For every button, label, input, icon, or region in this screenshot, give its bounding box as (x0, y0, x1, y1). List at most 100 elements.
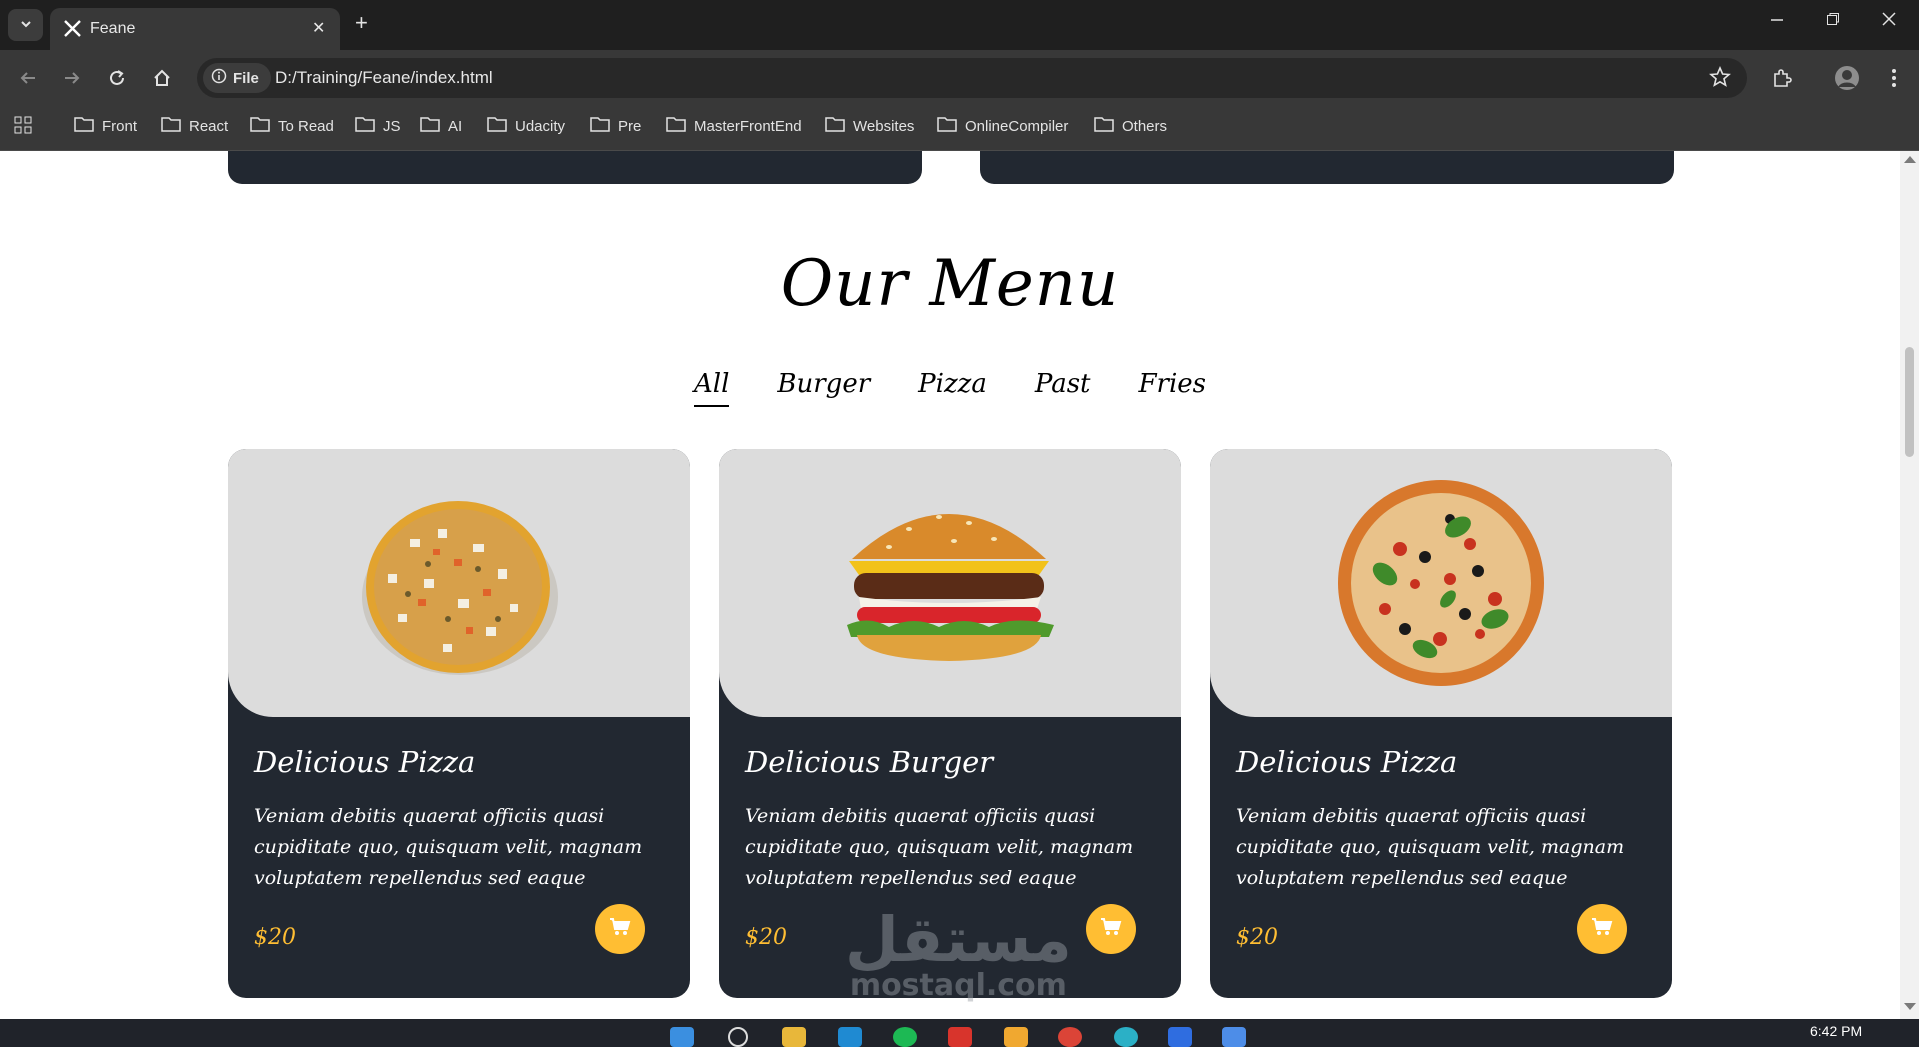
folder-icon (1094, 116, 1114, 136)
cart-icon (1100, 917, 1122, 941)
pizza-image (362, 501, 558, 675)
app-icon[interactable] (948, 1027, 972, 1047)
bookmark-folder[interactable]: Others (1094, 116, 1167, 136)
item-name: Delicious Pizza (1236, 745, 1458, 779)
address-bar[interactable]: File D:/Training/Feane/index.html (197, 58, 1747, 98)
add-to-cart-button[interactable] (1577, 904, 1627, 954)
edge-icon[interactable] (1114, 1027, 1138, 1047)
folder-icon (937, 116, 957, 136)
bookmark-folder[interactable]: Udacity (487, 116, 565, 136)
back-icon[interactable] (14, 64, 42, 92)
scrollbar-thumb[interactable] (1905, 347, 1914, 457)
bookmark-folder[interactable]: React (161, 116, 228, 136)
item-price: $20 (745, 925, 787, 950)
page-scrollbar[interactable] (1900, 151, 1919, 1019)
bookmark-label: Udacity (515, 117, 566, 135)
url-text[interactable]: D:/Training/Feane/index.html (275, 68, 493, 88)
filter-past[interactable]: Past (1035, 369, 1091, 407)
chrome-icon[interactable] (1058, 1027, 1082, 1047)
page-viewport: Our Menu All Burger Pizza Past Fries Del… (0, 151, 1900, 1019)
folder-icon (590, 116, 610, 136)
folder-icon (74, 116, 94, 136)
menu-image-box (719, 449, 1181, 717)
more-menu-icon[interactable] (1880, 64, 1908, 92)
file-explorer-icon[interactable] (782, 1027, 806, 1047)
scroll-down-icon[interactable] (1904, 1003, 1916, 1010)
cart-icon (1591, 917, 1613, 941)
start-icon[interactable] (670, 1027, 694, 1047)
bookmark-star-icon[interactable] (1709, 65, 1731, 92)
home-icon[interactable] (148, 64, 176, 92)
cart-icon (609, 917, 631, 941)
extensions-icon[interactable] (1768, 64, 1796, 92)
item-description: Veniam debitis quaerat officiis quasi cu… (254, 805, 643, 889)
tab-close-icon[interactable]: ✕ (312, 18, 325, 37)
watermark-arabic: مستقل (845, 903, 1072, 976)
vscode-icon[interactable] (838, 1027, 862, 1047)
profile-avatar[interactable] (1833, 64, 1861, 92)
scroll-up-icon[interactable] (1904, 156, 1916, 163)
offer-card (980, 151, 1674, 184)
bookmark-folder[interactable]: Pre (590, 116, 641, 136)
bookmark-label: MasterFrontEnd (694, 117, 802, 135)
spotify-icon[interactable] (893, 1027, 917, 1047)
apps-grid-icon[interactable] (14, 116, 32, 134)
folder-icon (250, 116, 270, 136)
watermark: مستقل mostaql.com (845, 909, 1072, 1001)
os-taskbar: 6:42 PM (0, 1019, 1919, 1047)
browser-toolbar: File D:/Training/Feane/index.html (0, 50, 1919, 106)
folder-icon (161, 116, 181, 136)
bookmark-label: AI (448, 117, 463, 135)
filter-pizza[interactable]: Pizza (918, 369, 987, 407)
bookmark-folder[interactable]: JS (355, 116, 401, 136)
bookmark-folder[interactable]: OnlineCompiler (937, 116, 1068, 136)
menu-card: Delicious Pizza Veniam debitis quaerat o… (228, 449, 690, 998)
site-info-chip[interactable]: File (203, 63, 271, 93)
bookmark-folder[interactable]: MasterFrontEnd (666, 116, 802, 136)
search-icon[interactable] (728, 1027, 748, 1047)
section-title: Our Menu (780, 247, 1120, 321)
forward-icon[interactable] (58, 64, 86, 92)
bookmark-label: JS (383, 117, 401, 135)
bookmark-folder[interactable]: Front (74, 116, 137, 136)
folder-icon (420, 116, 440, 136)
notepad-icon[interactable] (1222, 1027, 1246, 1047)
item-name: Delicious Pizza (254, 745, 476, 779)
utensils-icon (62, 19, 84, 39)
add-to-cart-button[interactable] (595, 904, 645, 954)
tab-title: Feane (90, 20, 136, 37)
bookmark-folder[interactable]: Websites (825, 116, 914, 136)
folder-icon (487, 116, 507, 136)
minimize-icon[interactable] (1770, 12, 1784, 31)
menu-filters: All Burger Pizza Past Fries (0, 369, 1900, 407)
filter-burger[interactable]: Burger (777, 369, 870, 407)
filter-fries[interactable]: Fries (1139, 369, 1207, 407)
app-icon[interactable] (1004, 1027, 1028, 1047)
bookmark-label: OnlineCompiler (965, 117, 1069, 135)
tab-search-button[interactable] (8, 9, 43, 41)
folder-icon (666, 116, 686, 136)
bookmark-label: Pre (618, 117, 642, 135)
bookmark-folder[interactable]: AI (420, 116, 462, 136)
new-tab-button[interactable]: + (355, 10, 368, 36)
bookmark-label: Others (1122, 117, 1168, 135)
bookmarks-bar: Front React To Read JS AI Udacity Pre Ma… (0, 106, 1919, 151)
bookmark-folder[interactable]: To Read (250, 116, 334, 136)
info-icon (211, 68, 227, 88)
folder-icon (355, 116, 375, 136)
item-description: Veniam debitis quaerat officiis quasi cu… (745, 805, 1134, 889)
watermark-latin: mostaql.com (849, 968, 1067, 1003)
add-to-cart-button[interactable] (1086, 904, 1136, 954)
bookmark-label: Front (102, 117, 138, 135)
restore-icon[interactable] (1826, 12, 1840, 31)
browser-tab[interactable]: Feane ✕ (50, 8, 340, 50)
filter-all[interactable]: All (693, 369, 730, 407)
burger-image (847, 514, 1054, 661)
reload-icon[interactable] (103, 64, 131, 92)
taskbar-clock[interactable]: 6:42 PM (1810, 1023, 1862, 1039)
bookmark-label: To Read (278, 117, 334, 135)
bookmark-label: Websites (853, 117, 915, 135)
folder-icon (825, 116, 845, 136)
close-window-icon[interactable] (1882, 12, 1896, 31)
app-icon[interactable] (1168, 1027, 1192, 1047)
